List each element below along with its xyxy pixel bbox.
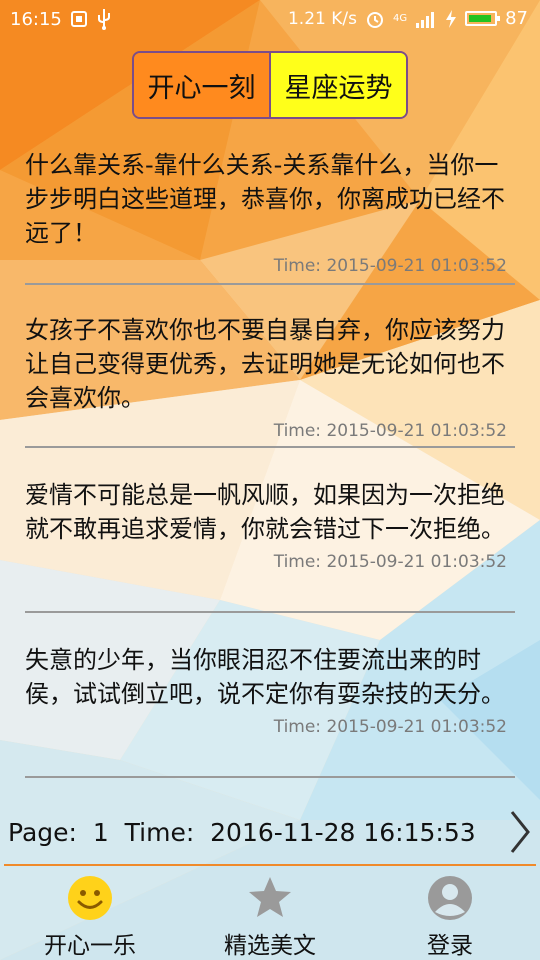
list-item[interactable]: 爱情不可能总是一帆风顺，如果因为一次拒绝就不敢再追求爱情，你就会错过下一次拒绝。… bbox=[25, 448, 515, 613]
tab-horoscope[interactable]: 星座运势 bbox=[271, 53, 406, 117]
post-text: 爱情不可能总是一帆风顺，如果因为一次拒绝就不敢再追求爱情，你就会错过下一次拒绝。 bbox=[25, 481, 505, 543]
smiley-icon bbox=[68, 876, 112, 920]
divider bbox=[4, 864, 536, 866]
usb-icon bbox=[97, 9, 110, 30]
category-tabs: 开心一刻 星座运势 bbox=[132, 51, 408, 119]
post-text: 什么靠关系-靠什么关系-关系靠什么，当你一步步明白这些道理，恭喜你，你离成功已经… bbox=[25, 151, 505, 247]
post-time: Time: 2015-09-21 01:03:52 bbox=[273, 717, 507, 737]
star-icon bbox=[249, 877, 291, 917]
post-text: 女孩子不喜欢你也不要自暴自弃，你应该努力让自己变得更优秀，去证明她是无论如何也不… bbox=[25, 316, 505, 412]
notification-square-icon bbox=[70, 11, 87, 27]
network-speed: 1.21 K/s bbox=[287, 8, 357, 29]
status-time: 16:15 bbox=[10, 8, 62, 30]
signal-bars-icon bbox=[416, 11, 435, 28]
post-time: Time: 2015-09-21 01:03:52 bbox=[273, 256, 507, 276]
list-item[interactable]: 什么靠关系-靠什么关系-关系靠什么，当你一步步明白这些道理，恭喜你，你离成功已经… bbox=[25, 142, 515, 285]
status-bar: 16:15 1.21 K/s 4G 87 bbox=[0, 0, 540, 38]
pager: Page: 1 Time: 2016-11-28 16:15:53 bbox=[8, 811, 532, 853]
signal-type: 4G bbox=[392, 13, 408, 24]
nav-label: 精选美文 bbox=[224, 933, 316, 959]
list-item[interactable]: 失意的少年，当你眼泪忍不住要流出来的时侯，试试倒立吧，说不定你有耍杂技的天分。 … bbox=[25, 613, 515, 778]
nav-item-login[interactable]: 登录 bbox=[360, 868, 540, 960]
nav-item-happy[interactable]: 开心一乐 bbox=[0, 868, 180, 960]
user-icon bbox=[428, 876, 472, 920]
post-list: 什么靠关系-靠什么关系-关系靠什么，当你一步步明白这些道理，恭喜你，你离成功已经… bbox=[25, 142, 515, 778]
post-text: 失意的少年，当你眼泪忍不住要流出来的时侯，试试倒立吧，说不定你有耍杂技的天分。 bbox=[25, 646, 505, 708]
nav-label: 开心一乐 bbox=[44, 933, 136, 959]
tab-happy-moment[interactable]: 开心一刻 bbox=[134, 53, 271, 117]
pager-info: Page: 1 Time: 2016-11-28 16:15:53 bbox=[8, 818, 476, 847]
battery-icon bbox=[465, 11, 501, 26]
nav-item-articles[interactable]: 精选美文 bbox=[180, 868, 360, 960]
bottom-nav: 开心一乐 精选美文 登录 bbox=[0, 868, 540, 960]
battery-level: 87 bbox=[505, 8, 528, 29]
chevron-right-icon[interactable] bbox=[508, 810, 532, 854]
nav-label: 登录 bbox=[427, 933, 473, 959]
post-time: Time: 2015-09-21 01:03:52 bbox=[273, 552, 507, 572]
alarm-icon bbox=[366, 11, 383, 28]
charging-bolt-icon bbox=[446, 9, 457, 28]
list-item[interactable]: 女孩子不喜欢你也不要自暴自弃，你应该努力让自己变得更优秀，去证明她是无论如何也不… bbox=[25, 285, 515, 448]
post-time: Time: 2015-09-21 01:03:52 bbox=[273, 421, 507, 441]
